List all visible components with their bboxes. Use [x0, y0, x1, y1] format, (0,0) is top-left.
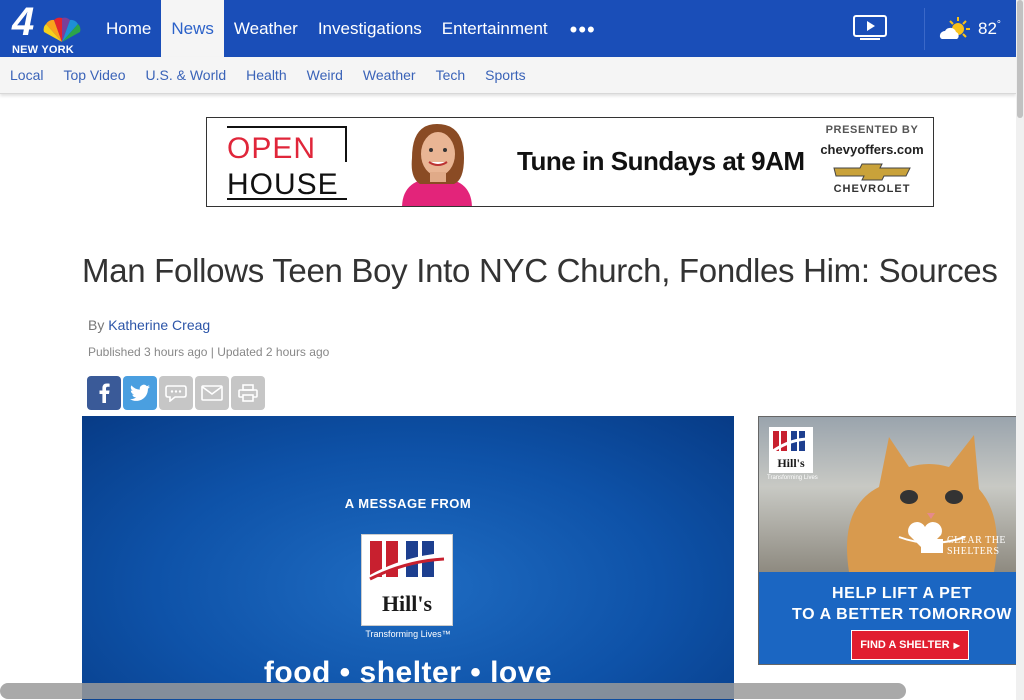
find-a-shelter-button[interactable]: FIND A SHELTER ▶	[851, 630, 969, 660]
side-ad-headline: HELP LIFT A PET TO A BETTER TOMORROW	[759, 583, 1023, 625]
twitter-icon	[130, 384, 150, 401]
featured-video-player[interactable]: A MESSAGE FROM Hill's Transforming Lives…	[82, 416, 734, 700]
partly-sunny-icon	[939, 17, 970, 39]
peacock-icon	[43, 17, 81, 42]
side-hills-text: Hill's	[777, 456, 805, 470]
presented-by-label: PRESENTED BY	[825, 124, 919, 136]
more-menu-icon[interactable]: •••	[558, 0, 608, 57]
secondary-nav: Local Top Video U.S. & World Health Weir…	[0, 57, 1016, 94]
comment-icon	[165, 385, 187, 402]
side-hills-tagline: Transforming Lives	[767, 475, 818, 481]
weather-widget[interactable]: 82°	[936, 14, 1001, 44]
article-headline: Man Follows Teen Boy Into NYC Church, Fo…	[82, 252, 998, 289]
nav-item-weather[interactable]: Weather	[224, 0, 308, 57]
chevrolet-bowtie-icon	[833, 163, 911, 181]
play-video-icon[interactable]	[852, 14, 888, 42]
ad-tune-in-text: Tune in Sundays at 9AM	[517, 146, 805, 176]
temperature: 82°	[978, 19, 1001, 39]
promo-tagline: Transforming Lives™	[365, 629, 451, 639]
nbc4-logo[interactable]: 4 NEW YORK	[8, 0, 81, 56]
side-hills-logo-mark: Hill's	[772, 431, 810, 470]
arrow-right-icon: ▶	[953, 640, 960, 650]
nav-item-home[interactable]: Home	[96, 0, 161, 57]
twitter-share-button[interactable]	[123, 376, 157, 410]
side-ad-headline-line1: HELP LIFT A PET	[832, 585, 972, 602]
print-icon	[238, 384, 258, 402]
find-a-shelter-label: FIND A SHELTER	[860, 639, 950, 651]
facebook-share-button[interactable]	[87, 376, 121, 410]
open-house-ad-banner[interactable]: OPEN HOUSE Tune in Sundays at 9AM PRESEN…	[206, 117, 934, 207]
subnav-item-us-world[interactable]: U.S. & World	[135, 67, 236, 83]
email-icon	[201, 385, 223, 401]
degree-symbol: °	[996, 19, 1001, 31]
sponsor-url: chevyoffers.com	[820, 142, 924, 157]
ad-sponsor-block: PRESENTED BY chevyoffers.com CHEVROLET	[817, 124, 927, 195]
nav-item-news[interactable]: News	[161, 0, 224, 57]
logo-city: NEW YORK	[12, 44, 74, 56]
subnav-item-tech[interactable]: Tech	[426, 67, 476, 83]
subnav-item-weather[interactable]: Weather	[353, 67, 426, 83]
subnav-item-weird[interactable]: Weird	[297, 67, 353, 83]
side-hills-logo: Hill's	[769, 427, 813, 473]
subnav-item-top-video[interactable]: Top Video	[53, 67, 135, 83]
share-bar	[87, 376, 265, 410]
clear-the-shelters-label: CLEAR THE SHELTERS	[947, 535, 1007, 557]
top-nav-bar: 4 NEW YORK Home News Weather Investigati…	[0, 0, 1016, 57]
print-button[interactable]	[231, 376, 265, 410]
promo-message: A MESSAGE FROM	[344, 496, 472, 511]
subnav-item-local[interactable]: Local	[0, 67, 53, 83]
clear-the-shelters-ad[interactable]: Hill's Transforming Lives CLEAR THE SHEL…	[758, 416, 1024, 665]
horizontal-scrollbar-thumb[interactable]	[0, 683, 906, 699]
comment-button[interactable]	[159, 376, 193, 410]
sponsor-brand: CHEVROLET	[833, 183, 911, 195]
subnav-item-health[interactable]: Health	[236, 67, 296, 83]
author-link[interactable]: Katherine Creag	[108, 317, 210, 333]
logo-channel-number: 4	[12, 0, 35, 44]
ad-house-text: HOUSE	[227, 168, 339, 201]
nav-item-entertainment[interactable]: Entertainment	[432, 0, 558, 57]
nav-item-investigations[interactable]: Investigations	[308, 0, 432, 57]
host-photo	[372, 118, 502, 206]
hills-logo-mark: Hill's	[369, 541, 445, 616]
byline: By Katherine Creag	[88, 317, 210, 333]
byline-prefix: By	[88, 317, 105, 333]
email-share-button[interactable]	[195, 376, 229, 410]
subnav-item-sports[interactable]: Sports	[475, 67, 535, 83]
temperature-value: 82	[978, 19, 997, 38]
publish-dateline: Published 3 hours ago | Updated 2 hours …	[88, 345, 330, 359]
primary-nav: Home News Weather Investigations Enterta…	[96, 0, 608, 57]
hills-logo: Hill's	[361, 534, 453, 626]
ad-open-text: OPEN	[227, 132, 317, 165]
facebook-icon	[99, 383, 110, 403]
open-house-logo: OPEN HOUSE	[227, 126, 347, 201]
nav-divider	[924, 8, 925, 50]
hills-logo-text: Hill's	[382, 591, 433, 616]
vertical-scrollbar-thumb[interactable]	[1017, 0, 1023, 118]
heart-paw-icon	[908, 522, 942, 551]
side-ad-headline-line2: TO A BETTER TOMORROW	[792, 606, 1012, 623]
